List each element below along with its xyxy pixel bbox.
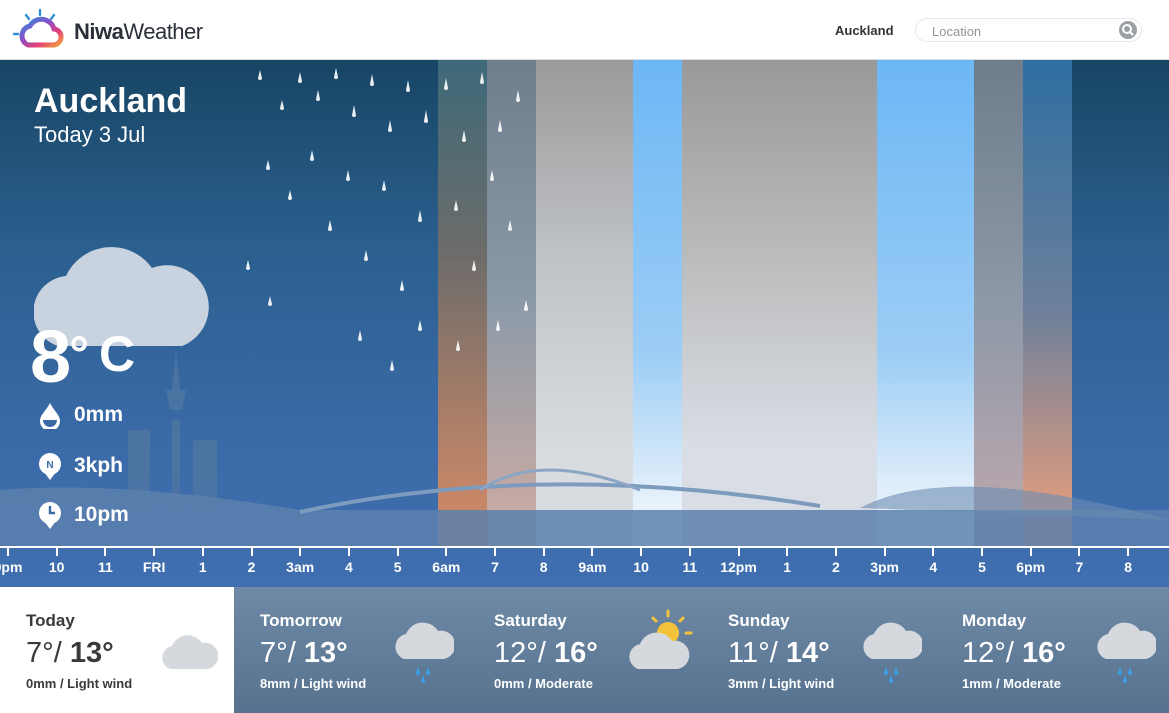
brand-name[interactable]: NiwaWeather bbox=[74, 19, 203, 45]
timeline-tick bbox=[834, 548, 837, 556]
timeline-label[interactable]: 10 bbox=[633, 559, 649, 575]
timeline-label[interactable]: 6am bbox=[432, 559, 460, 575]
timeline-tick bbox=[640, 548, 643, 556]
timeline-tick bbox=[1127, 548, 1130, 556]
location-search-input[interactable] bbox=[930, 19, 1114, 43]
timeline-tick bbox=[591, 548, 594, 556]
forecast-day-saturday[interactable]: Saturday 12°/ 16° 0mm / Moderate bbox=[468, 587, 702, 713]
timeline-label[interactable]: 6pm bbox=[1016, 559, 1045, 575]
current-location-link[interactable]: Auckland bbox=[835, 23, 894, 38]
timeline-label[interactable]: 9pm bbox=[0, 559, 22, 575]
rain-cloud-icon bbox=[862, 617, 924, 690]
day-name: Saturday bbox=[494, 611, 567, 630]
timeline-tick bbox=[7, 548, 9, 556]
day-temperature: 7°/ 13° bbox=[260, 637, 348, 669]
day-detail: 0mm / Light wind bbox=[26, 676, 133, 691]
search-icon[interactable] bbox=[1119, 21, 1137, 39]
timeline-tick bbox=[981, 548, 983, 556]
forecast-day-tomorrow[interactable]: Tomorrow 7°/ 13° 8mm / Light wind bbox=[234, 587, 468, 713]
day-detail: 0mm / Moderate bbox=[494, 676, 593, 691]
wind-direction-label: N bbox=[46, 460, 53, 471]
timeline-tick bbox=[55, 548, 58, 556]
timeline-label[interactable]: 5 bbox=[978, 559, 986, 575]
timeline-label[interactable]: 8 bbox=[540, 559, 548, 575]
timeline-tick bbox=[445, 548, 448, 556]
timeline-tick bbox=[153, 548, 156, 556]
timeline-tick bbox=[494, 548, 496, 556]
timeline-label[interactable]: 9am bbox=[578, 559, 606, 575]
timeline-label[interactable]: 3am bbox=[286, 559, 314, 575]
day-temperature: 7°/ 13° bbox=[26, 637, 114, 669]
timeline-label[interactable]: 2 bbox=[832, 559, 840, 575]
timeline-tick bbox=[1078, 548, 1081, 556]
timeline-label[interactable]: 7 bbox=[491, 559, 499, 575]
current-temperature: 8° C bbox=[30, 315, 135, 398]
wind-stat: N 3kph bbox=[36, 452, 123, 480]
rain-cloud-icon bbox=[1096, 617, 1158, 690]
city-title: Auckland bbox=[34, 82, 188, 120]
sun-cloud-icon bbox=[628, 607, 698, 682]
timeline-axis bbox=[0, 546, 1169, 548]
timeline-tick bbox=[104, 548, 107, 556]
hourly-weather-panel[interactable]: Auckland Today 3 Jul 8° C 0mm N 3kph 10p… bbox=[0, 60, 1169, 587]
time-value: 10pm bbox=[74, 503, 129, 526]
timeline-tick bbox=[542, 548, 545, 556]
location-search bbox=[916, 19, 1141, 43]
timeline-label[interactable]: 11 bbox=[682, 559, 697, 575]
cloud-icon bbox=[160, 629, 219, 676]
day-temperature: 12°/ 16° bbox=[494, 637, 598, 669]
day-temperature: 11°/ 14° bbox=[728, 637, 830, 669]
water-drop-icon bbox=[36, 401, 64, 431]
timeline-label[interactable]: 4 bbox=[929, 559, 937, 575]
timeline-label[interactable]: 12pm bbox=[720, 559, 757, 575]
current-date: Today 3 Jul bbox=[34, 122, 146, 147]
timeline-label[interactable]: 7 bbox=[1075, 559, 1083, 575]
timeline-tick bbox=[786, 548, 789, 556]
day-name: Sunday bbox=[728, 611, 790, 630]
timeline-label[interactable]: 2 bbox=[248, 559, 256, 575]
timeline-tick bbox=[347, 548, 350, 556]
forecast-day-today[interactable]: Today 7°/ 13° 0mm / Light wind bbox=[0, 587, 234, 713]
timeline-tick bbox=[932, 548, 935, 556]
timeline-label[interactable]: 3pm bbox=[870, 559, 899, 575]
clock-icon bbox=[36, 501, 64, 529]
forecast-day-sunday[interactable]: Sunday 11°/ 14° 3mm / Light wind bbox=[702, 587, 936, 713]
timeline-label[interactable]: FRI bbox=[143, 559, 166, 575]
day-name: Today bbox=[26, 611, 75, 630]
timeline-tick bbox=[1029, 548, 1032, 556]
timeline-label[interactable]: 10 bbox=[49, 559, 65, 575]
timeline-label[interactable]: 8 bbox=[1124, 559, 1132, 575]
day-detail: 3mm / Light wind bbox=[728, 676, 835, 691]
timeline-label[interactable]: 5 bbox=[394, 559, 402, 575]
timeline-tick bbox=[396, 548, 399, 556]
niwa-logo[interactable] bbox=[12, 7, 68, 53]
timeline-tick bbox=[299, 548, 302, 556]
timeline-label[interactable]: 1 bbox=[199, 559, 207, 575]
timeline-label[interactable]: 1 bbox=[783, 559, 791, 575]
wind-direction-icon: N bbox=[36, 452, 64, 480]
day-temperature: 12°/ 16° bbox=[962, 637, 1066, 669]
day-name: Monday bbox=[962, 611, 1027, 630]
top-bar: NiwaWeather Auckland bbox=[0, 0, 1169, 60]
day-name: Tomorrow bbox=[260, 611, 342, 630]
timeline-tick bbox=[250, 548, 253, 556]
timeline-tick bbox=[883, 548, 886, 556]
wind-value: 3kph bbox=[74, 454, 124, 477]
daily-forecast-strip: Today 7°/ 13° 0mm / Light wind Tomorrow … bbox=[0, 587, 1169, 713]
day-detail: 8mm / Light wind bbox=[260, 676, 367, 691]
timeline-tick bbox=[737, 548, 740, 556]
time-stat: 10pm bbox=[36, 501, 129, 529]
forecast-day-monday[interactable]: Monday 12°/ 16° 1mm / Moderate bbox=[936, 587, 1169, 713]
timeline-tick bbox=[688, 548, 691, 556]
timeline-label[interactable]: 11 bbox=[98, 559, 113, 575]
rainfall-stat: 0mm bbox=[36, 401, 124, 431]
timeline-tick bbox=[201, 548, 204, 556]
rain-cloud-icon bbox=[394, 617, 456, 690]
day-detail: 1mm / Moderate bbox=[962, 676, 1061, 691]
rainfall-value: 0mm bbox=[74, 403, 124, 426]
timeline-label[interactable]: 4 bbox=[345, 559, 353, 575]
